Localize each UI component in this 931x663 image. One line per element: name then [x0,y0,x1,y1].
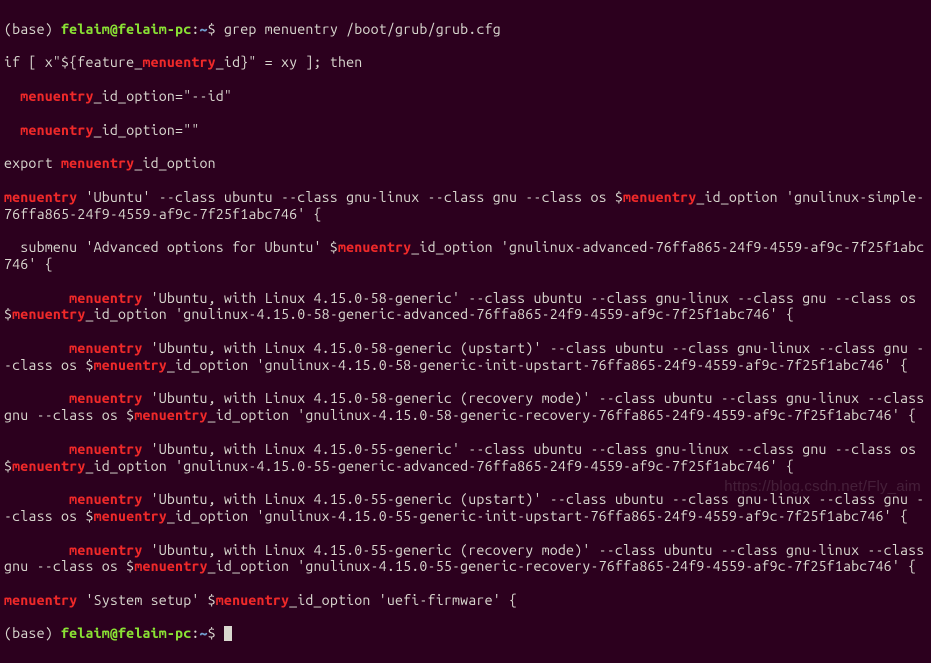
grep-match: menuentry [69,290,142,306]
cursor-icon [224,626,232,641]
output-line: menuentry 'Ubuntu, with Linux 4.15.0-58-… [4,390,927,424]
grep-match: menuentry [94,508,167,524]
output-line: menuentry_id_option="" [4,122,927,139]
prompt-line-1: (base) felaim@felaim-pc:~$ grep menuentr… [4,21,927,38]
prompt-colon: : [191,625,199,641]
grep-match: menuentry [623,189,696,205]
grep-match: menuentry [134,558,207,574]
output-line: menuentry 'Ubuntu' --class ubuntu --clas… [4,189,927,223]
output-line: export menuentry_id_option [4,155,927,172]
grep-match: menuentry [69,491,142,507]
grep-match: menuentry [142,54,215,70]
prompt-base: (base) [4,21,61,37]
output-line: menuentry 'Ubuntu, with Linux 4.15.0-55-… [4,542,927,576]
output-line: submenu 'Advanced options for Ubuntu' $m… [4,239,927,273]
output-line: menuentry 'Ubuntu, with Linux 4.15.0-58-… [4,290,927,324]
grep-match: menuentry [69,542,142,558]
grep-match: menuentry [69,390,142,406]
output-line: menuentry 'Ubuntu, with Linux 4.15.0-55-… [4,441,927,475]
output-line: menuentry 'System setup' $menuentry_id_o… [4,592,927,609]
grep-match: menuentry [12,306,85,322]
output-line: menuentry_id_option="--id" [4,88,927,105]
prompt-colon: : [191,21,199,37]
prompt-userhost: felaim@felaim-pc [61,21,191,37]
grep-match: menuentry [216,592,289,608]
grep-match: menuentry [338,239,411,255]
grep-match: menuentry [61,155,134,171]
grep-match: menuentry [134,407,207,423]
prompt-dollar: $ [208,21,224,37]
prompt-path: ~ [200,625,208,641]
prompt-path: ~ [200,21,208,37]
prompt-dollar: $ [208,625,224,641]
grep-match: menuentry [69,340,142,356]
grep-match: menuentry [69,441,142,457]
grep-match: menuentry [20,88,93,104]
command-text: grep menuentry /boot/grub/grub.cfg [224,21,501,37]
output-line: menuentry 'Ubuntu, with Linux 4.15.0-58-… [4,340,927,374]
prompt-base: (base) [4,625,61,641]
output-line: if [ x"${feature_menuentry_id}" = xy ]; … [4,54,927,71]
grep-match: menuentry [20,122,93,138]
prompt-userhost: felaim@felaim-pc [61,625,191,641]
grep-match: menuentry [94,357,167,373]
terminal-output[interactable]: (base) felaim@felaim-pc:~$ grep menuentr… [0,0,931,663]
output-line: menuentry 'Ubuntu, with Linux 4.15.0-55-… [4,491,927,525]
grep-match: menuentry [4,592,77,608]
grep-match: menuentry [12,458,85,474]
grep-match: menuentry [4,189,77,205]
prompt-line-2[interactable]: (base) felaim@felaim-pc:~$ [4,625,927,642]
